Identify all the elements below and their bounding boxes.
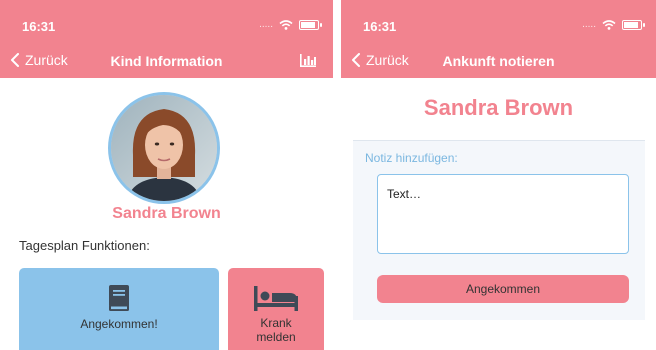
status-time: 16:31 [363, 19, 397, 34]
child-name: Sandra Brown [423, 95, 574, 120]
section-label: Tagesplan Funktionen: [19, 238, 150, 253]
chevron-left-icon [11, 53, 19, 67]
status-indicators: ..... [582, 18, 645, 32]
note-input[interactable] [377, 174, 629, 254]
bar-chart-icon[interactable] [299, 52, 317, 68]
report-sick-label: Krank melden [228, 316, 324, 344]
header-bar: 16:31 ..... Zurück Ankunft notieren [341, 0, 656, 78]
wifi-icon [602, 20, 616, 30]
status-time: 16:31 [22, 19, 56, 34]
back-button[interactable]: Zurück [351, 52, 409, 68]
report-sick-label-line2: melden [256, 330, 296, 344]
bed-icon [254, 286, 298, 311]
report-sick-tile[interactable]: Krank melden [228, 268, 324, 350]
arrived-tile[interactable]: Angekommen! [19, 268, 219, 350]
child-info-screen: 16:31 ..... Zurück Kind Information Sand… [0, 0, 333, 350]
battery-icon [299, 20, 322, 30]
arrived-label: Angekommen! [80, 317, 158, 331]
report-sick-label-line1: Krank [260, 316, 292, 330]
note-label: Notiz hinzufügen: [365, 151, 458, 165]
chevron-left-icon [352, 53, 360, 67]
avatar [108, 92, 220, 204]
back-label: Zurück [25, 52, 68, 68]
child-name: Sandra Brown [112, 205, 221, 222]
record-arrival-screen: 16:31 ..... Zurück Ankunft notieren Sand… [341, 0, 656, 350]
back-button[interactable]: Zurück [10, 52, 68, 68]
book-icon [109, 285, 129, 311]
signal-icon: ..... [582, 19, 596, 30]
back-label: Zurück [366, 52, 409, 68]
wifi-icon [279, 20, 293, 30]
header-bar: 16:31 ..... Zurück Kind Information [0, 0, 333, 78]
arrived-button[interactable]: Angekommen [377, 275, 629, 303]
battery-icon [622, 20, 645, 30]
status-indicators: ..... [259, 18, 322, 32]
child-photo [111, 95, 217, 201]
signal-icon: ..... [259, 19, 273, 30]
